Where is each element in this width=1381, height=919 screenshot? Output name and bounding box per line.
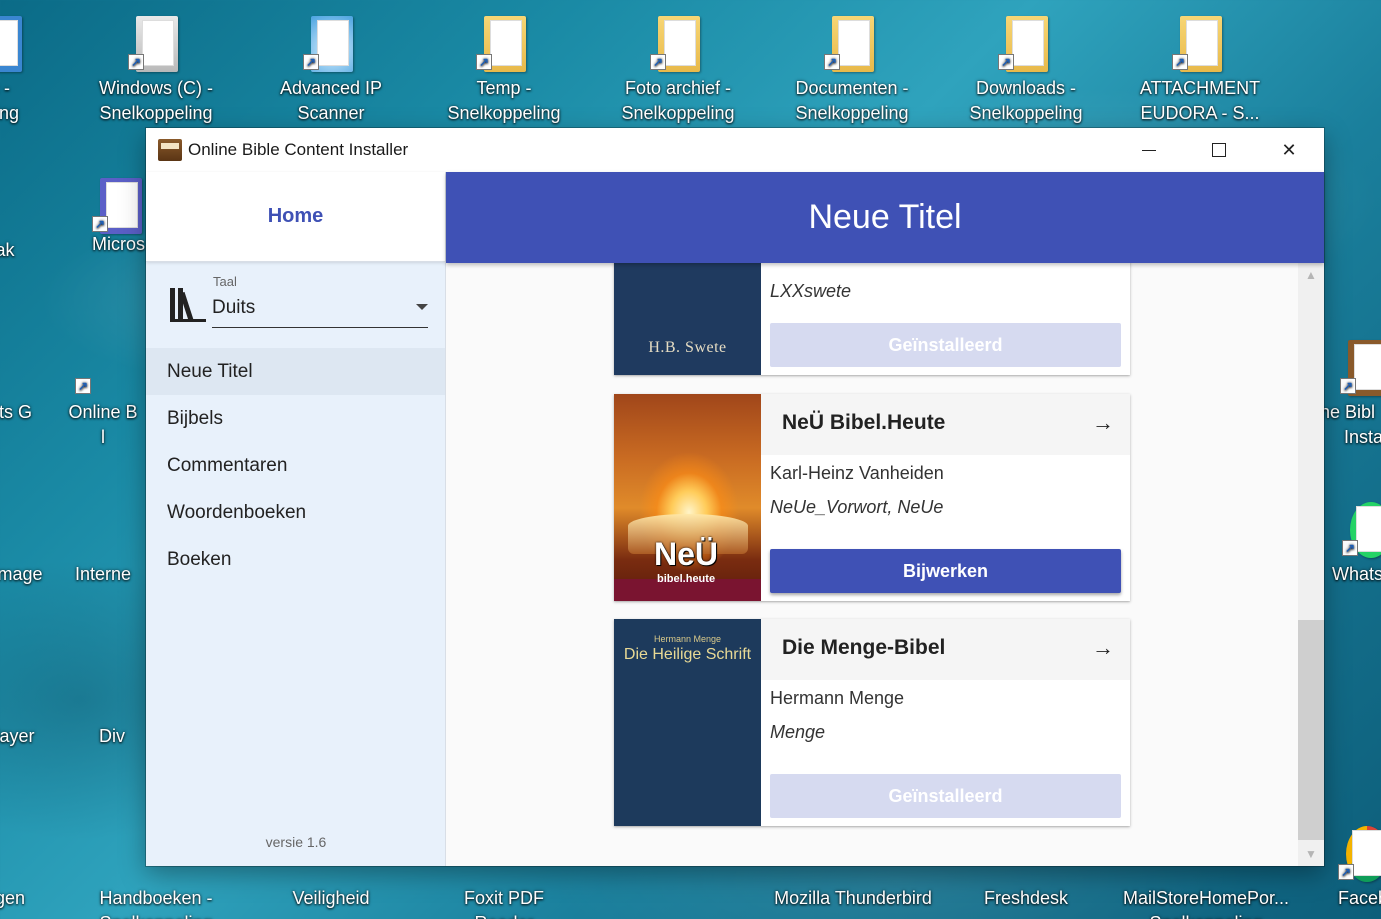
maximize-button[interactable] (1184, 128, 1254, 172)
online-bible-icon: ↗ (1340, 334, 1381, 396)
close-button[interactable]: ✕ (1254, 128, 1324, 172)
window-title: Online Bible Content Installer (188, 140, 409, 159)
online-bible-icon (158, 139, 182, 161)
content-area: H.B. Swete LXXswete Geïnstalleerd NeÜ bi… (446, 263, 1324, 866)
folder-icon: ↗ (824, 10, 880, 72)
card-title: NeÜ Bibel.Heute (782, 411, 946, 434)
card-author: Karl-Heinz Vanheiden (770, 463, 944, 483)
desktop-icon[interactable]: gen (0, 820, 80, 911)
arrow-right-icon[interactable]: → (1092, 635, 1114, 661)
update-button[interactable]: Bijwerken (770, 549, 1121, 593)
computer-icon (0, 10, 28, 72)
desktop-icon[interactable]: ↗ Faceb (1320, 820, 1381, 911)
desktop-icon[interactable]: ↗ Online Bl (48, 334, 158, 450)
cover-title: Die Heilige Schrift (623, 646, 752, 663)
module-card: H.B. Swete LXXswete Geïnstalleerd (614, 263, 1130, 375)
teams-icon: ↗ (92, 172, 148, 234)
module-card: Hermann Menge Die Heilige Schrift Die Me… (614, 619, 1130, 826)
player-icon (0, 658, 38, 718)
installed-button[interactable]: Geïnstalleerd (770, 774, 1121, 818)
app-icon (0, 820, 38, 880)
card-module: LXXswete (770, 281, 852, 301)
language-underline (212, 327, 428, 328)
app-icon (0, 172, 28, 232)
desktop-icon[interactable]: ↗ ATTACHMENT EUDORA - S... (1130, 10, 1270, 126)
drive-icon: ↗ (128, 10, 184, 72)
scrollbar[interactable]: ▲ ▼ (1298, 263, 1324, 866)
card-module: Menge (770, 722, 826, 742)
folder-icon: ↗ (476, 10, 532, 72)
library-icon (170, 288, 206, 322)
book-cover: NeÜ bibel.heute (614, 394, 761, 601)
desktop-icon[interactable]: ↗ Temp - Snelkoppeling (434, 10, 574, 126)
desktop-icon[interactable]: ↗ Documenten - Snelkoppeling (782, 10, 922, 126)
folder-icon (84, 658, 140, 718)
folder-icon: ↗ (1172, 10, 1228, 72)
network-scanner-icon: ↗ (303, 10, 359, 72)
close-icon: ✕ (1281, 139, 1297, 160)
module-card: NeÜ bibel.heute NeÜ Bibel.Heute → Karl-H… (614, 394, 1130, 601)
desktop-icon[interactable]: ↗ Whats (1320, 496, 1381, 587)
book-cover: Hermann Menge Die Heilige Schrift (614, 619, 761, 826)
installed-button[interactable]: Geïnstalleerd (770, 323, 1121, 367)
title-bar[interactable]: Online Bible Content Installer ✕ (146, 128, 1324, 172)
book-cover: H.B. Swete (614, 263, 761, 375)
nav-item-woordenboeken[interactable]: Woordenboeken (146, 489, 445, 536)
desktop-icon[interactable]: ↗ Advanced IP Scanner (261, 10, 401, 126)
language-value: Duits (212, 297, 256, 318)
nav-item-neue-titel[interactable]: Neue Titel (146, 348, 445, 395)
card-header[interactable]: Die Menge-Bibel → (761, 619, 1130, 680)
scroll-up-icon[interactable]: ▲ (1298, 265, 1324, 285)
desktop-icon[interactable]: oak (0, 172, 70, 263)
downloads-folder-icon: ↗ (998, 10, 1054, 72)
app-icon: ↗ (75, 334, 131, 394)
app-window: Online Bible Content Installer ✕ Home Ta… (146, 128, 1324, 866)
scroll-down-icon[interactable]: ▼ (1298, 844, 1324, 864)
folder-icon (75, 496, 131, 556)
page-title: Neue Titel (446, 172, 1324, 263)
app-icon (0, 496, 38, 556)
language-select[interactable]: Taal Duits (146, 262, 445, 348)
cover-logo: NeÜ (654, 536, 719, 572)
desktop-icon[interactable]: ↗ Downloads - Snelkoppeling (956, 10, 1096, 126)
nav-item-bijbels[interactable]: Bijbels (146, 395, 445, 442)
desktop-icon[interactable]: ↗ Windows (C) - Snelkoppeling (86, 10, 226, 126)
desktop-icon[interactable]: ↗ ne Bibl Insta (1320, 334, 1381, 450)
card-author: Hermann Menge (770, 688, 905, 708)
cover-author: Hermann Menge (653, 634, 722, 644)
nav-item-boeken[interactable]: Boeken (146, 536, 445, 583)
sidebar: Home Taal Duits Neue Titel Bijbels Comme… (146, 172, 446, 866)
chevron-down-icon[interactable] (416, 304, 428, 310)
language-caption: Taal (213, 274, 237, 289)
chrome-icon: ↗ (1338, 820, 1381, 882)
desktop-icon[interactable]: c -eling (0, 10, 70, 126)
card-module: NeUe_Vorwort, NeUe (770, 497, 944, 517)
card-header[interactable]: NeÜ Bibel.Heute → (761, 394, 1130, 455)
folder-icon: ↗ (650, 10, 706, 72)
whatsapp-icon: ↗ (1342, 496, 1381, 558)
minimize-button[interactable] (1114, 128, 1184, 172)
cover-text: H.B. Swete (648, 339, 727, 356)
arrow-right-icon[interactable]: → (1092, 410, 1114, 436)
nav-item-commentaren[interactable]: Commentaren (146, 442, 445, 489)
home-section: Home (146, 172, 445, 262)
desktop-icon[interactable]: ↗ Foto archief - Snelkoppeling (608, 10, 748, 126)
cover-subtext: bibel.heute (657, 573, 716, 585)
version-label: versie 1.6 (265, 834, 327, 850)
desktop-icon[interactable]: Interne (48, 496, 158, 587)
home-link[interactable]: Home (268, 205, 324, 228)
minimize-icon (1142, 149, 1156, 151)
scroll-thumb[interactable] (1298, 620, 1324, 840)
card-title: Die Menge-Bibel (782, 636, 946, 659)
app-icon (0, 334, 30, 394)
maximize-icon (1212, 143, 1226, 157)
